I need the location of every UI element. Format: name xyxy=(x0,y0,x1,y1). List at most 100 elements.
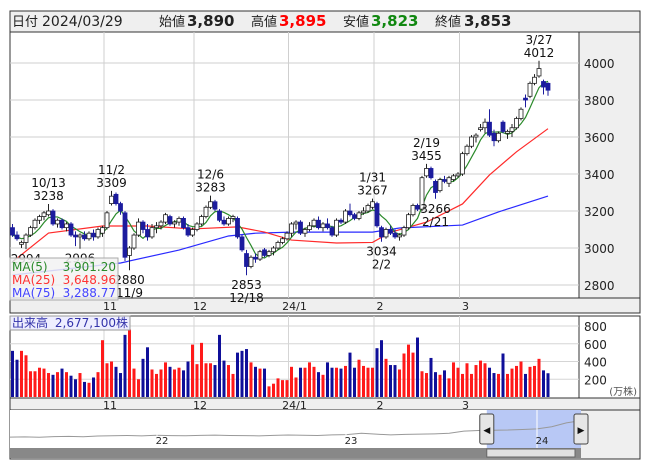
volume-bar xyxy=(488,367,491,397)
price-tick-label: 4000 xyxy=(584,57,615,71)
volume-bar xyxy=(141,358,145,397)
candle-body xyxy=(383,229,389,238)
month-label: 24/1 xyxy=(282,300,307,313)
volume-bar xyxy=(209,363,212,397)
price-tick-label: 3200 xyxy=(584,205,615,219)
volume-bar xyxy=(510,368,514,397)
high-value: 3,895 xyxy=(279,12,326,30)
candle-body xyxy=(113,193,119,205)
date-value: 2024/03/29 xyxy=(42,14,123,30)
volume-bar xyxy=(245,349,248,397)
candle-body xyxy=(194,223,200,230)
candle-body xyxy=(505,131,510,134)
low-annotation-date: 2/21 xyxy=(422,215,449,229)
candle-body xyxy=(82,234,87,240)
candle-body xyxy=(361,210,366,214)
close-value: 3,853 xyxy=(464,12,511,30)
navigator-scrollbar-thumb[interactable] xyxy=(486,448,576,458)
candle-body xyxy=(50,210,56,225)
candle-body xyxy=(289,223,294,234)
volume-unit: (万株) xyxy=(609,385,637,398)
candle-body xyxy=(248,256,254,267)
candle-body xyxy=(64,223,69,229)
price-tick-label: 3000 xyxy=(584,242,615,256)
volume-bar xyxy=(411,352,415,397)
volume-bar xyxy=(119,373,122,397)
volume-bar xyxy=(60,368,64,397)
high-annotation-value: 4012 xyxy=(524,46,555,60)
low-annotation-date: 2/2 xyxy=(372,258,391,272)
volume-bar xyxy=(240,350,244,397)
volume-bar xyxy=(528,366,532,397)
volume-bar xyxy=(348,352,352,397)
candle-body xyxy=(235,217,240,238)
volume-bar xyxy=(375,348,379,397)
candle-body xyxy=(212,201,218,210)
candle xyxy=(343,209,348,224)
candle-body xyxy=(190,229,195,236)
month-label: 2 xyxy=(377,300,384,313)
volume-bar xyxy=(15,359,19,397)
candle-body xyxy=(352,214,357,219)
candle xyxy=(257,249,263,261)
year-label: 23 xyxy=(345,436,358,447)
candle-body xyxy=(46,210,51,216)
volume-bar xyxy=(465,363,469,397)
volume-bar xyxy=(524,373,527,397)
volume-bar xyxy=(56,372,59,397)
volume-tick-label: 800 xyxy=(584,320,607,334)
candle-body xyxy=(136,221,141,236)
candle-body xyxy=(199,216,204,225)
high-annotation-date: 1/31 xyxy=(359,171,386,185)
candle-body xyxy=(320,223,326,229)
price-tick-label: 3800 xyxy=(584,94,615,108)
candle-body xyxy=(59,219,65,229)
candle-body xyxy=(158,221,164,227)
candle-body xyxy=(392,232,398,238)
candle-body xyxy=(374,203,380,227)
candle-body xyxy=(478,127,483,130)
volume-bar xyxy=(177,367,181,397)
candle xyxy=(50,209,56,226)
low-annotation-value: 3034 xyxy=(366,245,397,259)
navigator-left-handle[interactable]: ◀ xyxy=(479,413,495,445)
navigator-right-handle[interactable]: ▶ xyxy=(573,413,589,445)
candle xyxy=(217,209,222,223)
candle-body xyxy=(185,227,191,236)
candle-body xyxy=(338,219,344,223)
candle xyxy=(437,177,443,193)
candle-body xyxy=(118,203,123,212)
candle-body xyxy=(469,136,474,147)
candle-body xyxy=(68,223,74,236)
close-label: 終値 xyxy=(435,14,461,30)
candle-body xyxy=(95,229,101,238)
volume-bar xyxy=(438,374,442,397)
volume-bar xyxy=(326,362,329,397)
volume-bar xyxy=(537,358,541,397)
candle-body xyxy=(298,221,303,234)
candle-body xyxy=(496,132,501,142)
month-label: 12 xyxy=(193,300,207,313)
volume-bar xyxy=(276,378,280,397)
candle xyxy=(406,212,411,230)
candle-body xyxy=(334,219,339,236)
volume-bar xyxy=(218,334,221,397)
volume-bar xyxy=(254,366,257,397)
candle-body xyxy=(509,127,515,132)
volume-bar xyxy=(146,347,149,397)
candle-body xyxy=(545,82,551,91)
candle-body xyxy=(226,217,231,225)
volume-bar xyxy=(470,373,473,397)
candle-body xyxy=(19,242,24,245)
candle xyxy=(374,201,380,228)
candle-body xyxy=(347,210,353,216)
volume-bar xyxy=(434,372,437,397)
volume-bar xyxy=(182,370,185,397)
candle-body xyxy=(401,227,407,236)
candle xyxy=(514,116,519,130)
candle-body xyxy=(140,221,146,230)
candle xyxy=(59,218,65,230)
ma75-label: MA(75) xyxy=(12,286,55,300)
volume-bar xyxy=(263,368,266,397)
volume-bar xyxy=(492,373,496,397)
